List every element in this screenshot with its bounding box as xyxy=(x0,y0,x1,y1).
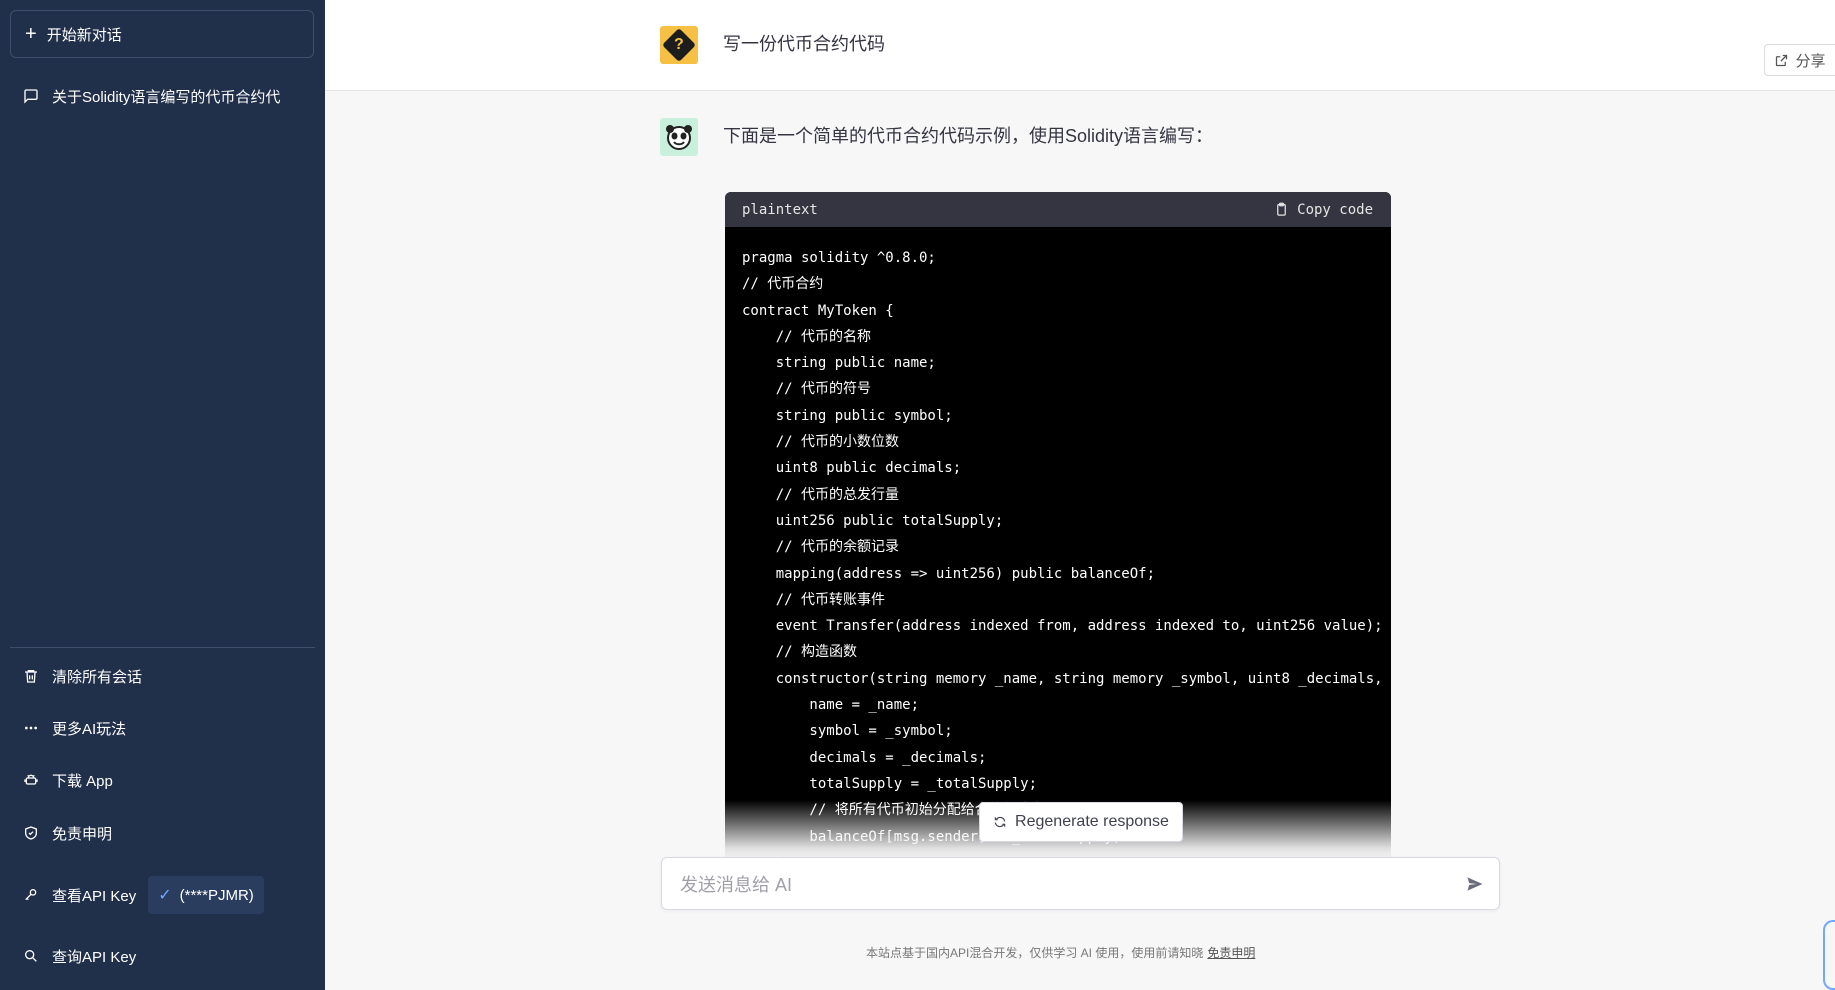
code-block: plaintext Copy code pragma solidity ^0.8… xyxy=(725,192,1391,857)
footer-text: 本站点基于国内API混合开发，仅供学习 AI 使用，使用前请知晓 xyxy=(866,946,1204,960)
download-app-label: 下载 App xyxy=(52,772,113,790)
new-chat-label: 开始新对话 xyxy=(46,26,122,44)
sidebar: + 开始新对话 关于Solidity语言编写的代币合约代 清除所有会话 更多AI… xyxy=(0,0,325,990)
plus-icon: + xyxy=(25,23,37,45)
code-line: event Transfer(address indexed from, add… xyxy=(742,618,1383,635)
footer-disclaimer-link[interactable]: 免责申明 xyxy=(1207,946,1255,960)
code-line: decimals = _decimals; xyxy=(742,749,987,766)
code-line: // 代币的符号 xyxy=(742,381,872,398)
send-icon[interactable] xyxy=(1465,874,1485,894)
code-line: // 代币的小数位数 xyxy=(742,434,900,451)
code-line: // 代币的名称 xyxy=(742,328,872,345)
code-line: mapping(address => uint256) public balan… xyxy=(742,565,1156,582)
code-content: pragma solidity ^0.8.0; // 代币合约 contract M… xyxy=(725,227,1391,857)
ai-avatar xyxy=(660,118,698,156)
sidebar-divider xyxy=(10,647,315,648)
code-line: // 代币转账事件 xyxy=(742,591,886,608)
disclaimer-button[interactable]: 免责申明 xyxy=(10,813,314,853)
conversation-title: 关于Solidity语言编写的代币合约代 xyxy=(52,88,281,106)
code-line: totalSupply = _totalSupply; xyxy=(742,775,1038,792)
code-line: uint8 public decimals; xyxy=(742,460,962,477)
new-chat-button[interactable]: + 开始新对话 xyxy=(10,10,314,58)
regenerate-button[interactable]: Regenerate response xyxy=(979,802,1183,842)
code-header: plaintext Copy code xyxy=(725,192,1391,227)
clear-conversations-button[interactable]: 清除所有会话 xyxy=(10,656,314,696)
code-line: // 代币合约 xyxy=(742,276,824,293)
android-icon xyxy=(22,771,40,789)
user-message-row: ? 写一份代币合约代码 分享 xyxy=(325,0,1835,91)
query-api-key-button[interactable]: 查询API Key xyxy=(10,936,314,976)
shield-icon xyxy=(22,824,40,842)
query-api-key-label: 查询API Key xyxy=(52,948,137,966)
key-icon xyxy=(22,886,40,904)
code-language: plaintext xyxy=(742,201,818,218)
check-icon: ✓ xyxy=(158,887,172,904)
share-label: 分享 xyxy=(1795,52,1826,70)
code-line: constructor(string memory _name, string … xyxy=(775,670,1383,687)
regenerate-label: Regenerate response xyxy=(1015,813,1169,830)
more-ai-label: 更多AI玩法 xyxy=(52,720,127,738)
conversation-item[interactable]: 关于Solidity语言编写的代币合约代 xyxy=(10,78,314,114)
code-line: contract MyToken { xyxy=(742,302,894,319)
user-message: 写一份代币合约代码 xyxy=(723,34,885,54)
code-line: string public symbol; xyxy=(742,407,953,424)
ai-intro-text: 下面是一个简单的代币合约代码示例，使用Solidity语言编写： xyxy=(723,126,1214,146)
search-icon xyxy=(22,947,40,965)
code-line: // 代币的总发行量 xyxy=(742,486,900,503)
footer: 本站点基于国内API混合开发，仅供学习 AI 使用，使用前请知晓 免责申明 xyxy=(866,944,1255,961)
message-input[interactable] xyxy=(678,868,1442,902)
code-line: // 代币的余额记录 xyxy=(742,539,900,556)
refresh-icon xyxy=(994,816,1006,828)
clear-conversations-label: 清除所有会话 xyxy=(52,668,143,686)
clipboard-icon xyxy=(1277,202,1287,216)
download-app-button[interactable]: 下载 App xyxy=(10,760,314,800)
api-key-masked: (****PJMR) xyxy=(179,886,254,904)
disclaimer-label: 免责申明 xyxy=(52,825,113,843)
code-line: pragma solidity ^0.8.0; xyxy=(742,250,936,266)
trash-icon xyxy=(22,667,40,685)
scroll-handle[interactable] xyxy=(1823,920,1835,990)
share-icon xyxy=(1776,54,1788,66)
chat-bubble-icon xyxy=(22,87,40,105)
question-icon: ? xyxy=(662,28,696,62)
share-button[interactable]: 分享 xyxy=(1764,44,1835,76)
code-line: symbol = _symbol; xyxy=(742,723,953,740)
api-key-badge[interactable]: ✓ (****PJMR) xyxy=(148,876,264,914)
code-line: uint256 public totalSupply; xyxy=(742,512,1004,529)
message-input-box xyxy=(661,857,1500,910)
copy-code-label: Copy code xyxy=(1297,201,1373,218)
more-ai-button[interactable]: 更多AI玩法 xyxy=(10,708,314,748)
copy-code-button[interactable]: Copy code xyxy=(1274,202,1373,218)
panda-icon xyxy=(666,125,692,150)
code-line: // 构造函数 xyxy=(742,644,858,661)
view-api-key-label: 查看API Key xyxy=(52,887,137,905)
user-avatar: ? xyxy=(660,26,698,64)
view-api-key-row[interactable]: 查看API Key ✓ (****PJMR) xyxy=(10,873,314,917)
more-dots-icon xyxy=(22,719,40,737)
code-line: string public name; xyxy=(742,355,936,372)
code-line: name = _name; xyxy=(742,697,920,714)
